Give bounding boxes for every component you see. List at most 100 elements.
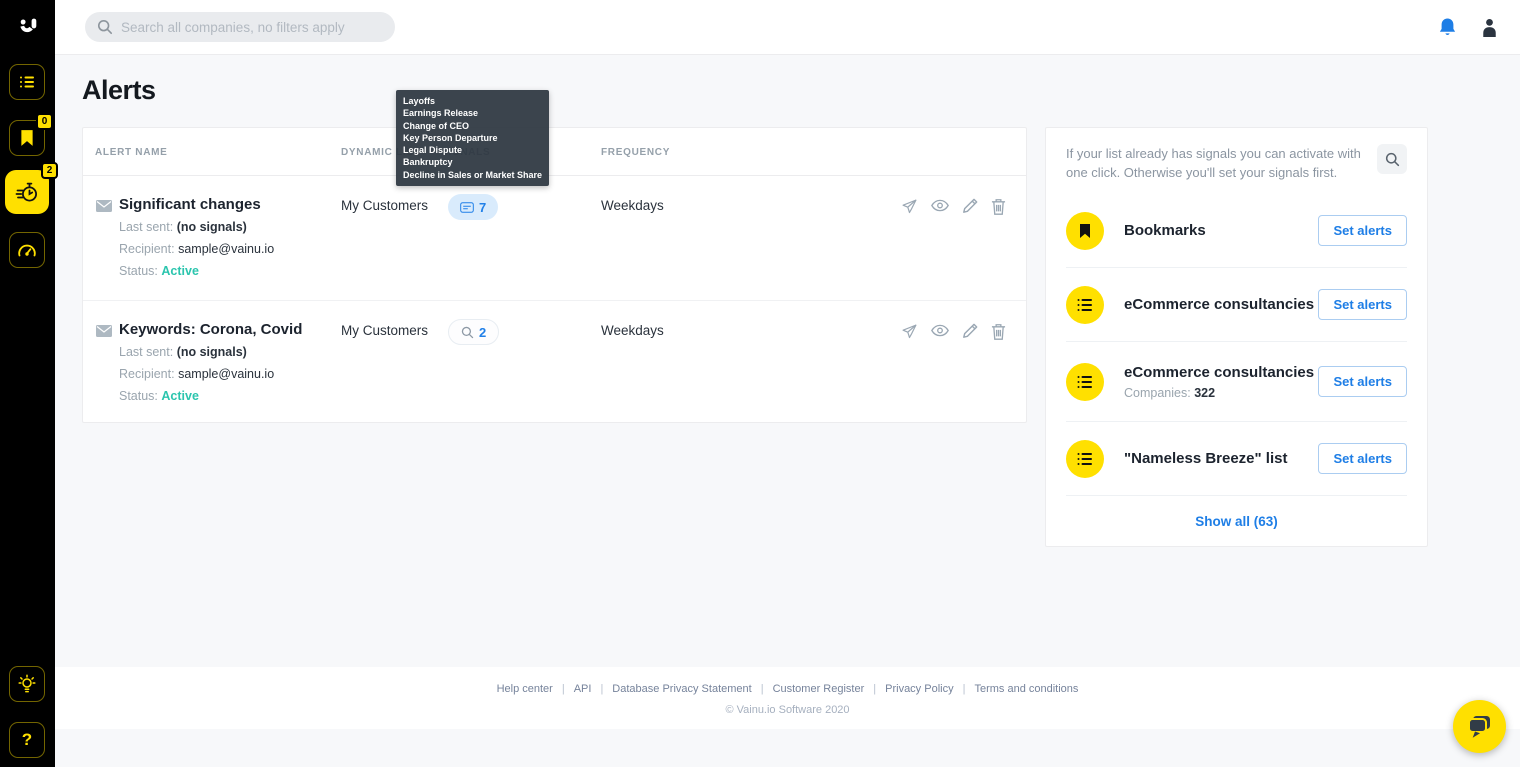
alert-name-cell: Keywords: Corona, Covid Last sent: (no s… [96, 322, 302, 404]
footer-separator: | [962, 683, 966, 695]
list-avatar [1066, 211, 1104, 250]
tooltip-item: Layoffs [403, 96, 436, 106]
table-header: ALERT NAME DYNAMIC LIST SIGNALS FREQUENC… [83, 128, 1026, 176]
search-input[interactable] [85, 12, 395, 42]
stopwatch-icon [15, 182, 37, 202]
preview-button[interactable] [931, 198, 949, 215]
delete-button[interactable] [991, 323, 1006, 340]
main-content: Alerts ALERT NAME DYNAMIC LIST SIGNALS F… [55, 55, 1520, 667]
list-name: eCommerce consultancies [1124, 296, 1315, 313]
panel-intro-text: If your list already has signals you can… [1066, 146, 1361, 180]
tooltip-item: Key Person Departure [403, 132, 498, 143]
alert-title[interactable]: Significant changes [119, 197, 274, 213]
delete-icon [991, 324, 1006, 340]
last-sent-label: Last sent: [119, 220, 174, 234]
frequency-value: Weekdays [601, 198, 664, 213]
eye-icon [931, 199, 949, 212]
send-now-button[interactable] [901, 323, 918, 340]
footer-link-database-privacy[interactable]: Database Privacy Statement [612, 683, 751, 695]
signals-pill[interactable]: 7 [448, 194, 499, 220]
status-badge: Active [161, 264, 199, 278]
vainu-logo[interactable] [0, 0, 55, 55]
edit-button[interactable] [962, 198, 978, 215]
sidebar-item-lists[interactable] [9, 64, 45, 100]
list-item: eCommerce consultancies Set alerts [1066, 268, 1407, 342]
footer-link-customer-register[interactable]: Customer Register [773, 683, 865, 695]
list-name: eCommerce consultancies [1124, 363, 1315, 381]
set-alerts-panel: If your list already has signals you can… [1045, 127, 1428, 547]
edit-icon [963, 323, 978, 338]
set-alerts-button[interactable]: Set alerts [1318, 366, 1407, 397]
signals-count: 7 [479, 199, 487, 215]
status-badge: Active [161, 389, 199, 403]
sidebar-item-dashboard[interactable] [9, 232, 45, 268]
show-all-link[interactable]: Show all (63) [1066, 496, 1407, 546]
list-icon [20, 76, 34, 88]
recipient-value: sample@vainu.io [178, 242, 275, 256]
panel-search-button[interactable] [1377, 144, 1407, 174]
edit-icon [963, 198, 978, 213]
signals-pill[interactable]: 2 [448, 319, 500, 345]
list-avatar [1066, 439, 1104, 478]
delete-button[interactable] [991, 198, 1006, 215]
set-alerts-button[interactable]: Set alerts [1318, 215, 1407, 246]
envelope-icon [96, 199, 112, 279]
send-now-button[interactable] [901, 198, 918, 215]
bookmarks-badge: 0 [36, 113, 53, 130]
footer-link-api[interactable]: API [574, 683, 592, 695]
preview-button[interactable] [931, 323, 949, 340]
sidebar-item-help[interactable]: ? [9, 722, 45, 758]
dynamic-list-value: My Customers [341, 323, 429, 338]
set-alerts-button[interactable]: Set alerts [1318, 443, 1407, 474]
footer-link-help-center[interactable]: Help center [497, 683, 553, 695]
last-sent-value: (no signals) [176, 220, 247, 234]
status-label: Status: [119, 389, 158, 403]
signals-count: 2 [479, 324, 487, 340]
alerts-table: ALERT NAME DYNAMIC LIST SIGNALS FREQUENC… [82, 127, 1027, 423]
recipient-value: sample@vainu.io [178, 367, 275, 381]
sidebar: 0 2 ? [0, 0, 58, 767]
footer-link-terms[interactable]: Terms and conditions [974, 683, 1078, 695]
list-avatar [1066, 362, 1104, 401]
panel-intro: If your list already has signals you can… [1066, 128, 1407, 194]
delete-icon [991, 199, 1006, 215]
recipient-label: Recipient: [119, 367, 175, 381]
signals-cell: 2 [448, 319, 500, 345]
sidebar-item-alerts-active[interactable]: 2 [5, 162, 58, 214]
alert-name-cell: Significant changes Last sent: (no signa… [96, 197, 274, 279]
topbar-actions [1438, 17, 1498, 38]
footer-link-privacy-policy[interactable]: Privacy Policy [885, 683, 953, 695]
bell-icon [1439, 17, 1456, 35]
row-actions [901, 198, 1006, 215]
companies-count: 322 [1194, 385, 1216, 400]
set-alerts-button[interactable]: Set alerts [1318, 289, 1407, 320]
sidebar-item-ideas[interactable] [9, 666, 45, 702]
bookmark-icon [21, 130, 33, 146]
alert-title[interactable]: Keywords: Corona, Covid [119, 322, 302, 338]
sidebar-item-bookmarks[interactable]: 0 [9, 113, 53, 156]
list-name: Bookmarks [1124, 222, 1206, 239]
list-icon [1077, 298, 1092, 311]
notifications-button[interactable] [1438, 17, 1457, 38]
last-sent-label: Last sent: [119, 345, 174, 359]
edit-button[interactable] [962, 323, 978, 340]
account-button[interactable] [1481, 18, 1498, 37]
signal-card-icon [460, 201, 474, 213]
send-icon [902, 324, 917, 339]
footer-separator: | [600, 683, 604, 695]
chat-bubbles-icon [1468, 715, 1490, 738]
envelope-icon [96, 324, 112, 404]
eye-icon [931, 324, 949, 337]
list-name: "Nameless Breeze" list [1124, 450, 1288, 467]
row-actions [901, 323, 1006, 340]
companies-label: Companies: [1124, 385, 1191, 400]
recipient-label: Recipient: [119, 242, 175, 256]
search-icon [97, 19, 113, 35]
list-icon [1077, 375, 1092, 388]
dynamic-list-value: My Customers [341, 198, 429, 213]
topbar [55, 0, 1520, 55]
page-title: Alerts [82, 75, 156, 105]
list-avatar [1066, 285, 1104, 324]
question-icon: ? [21, 730, 33, 749]
chat-widget-button[interactable] [1453, 700, 1506, 753]
